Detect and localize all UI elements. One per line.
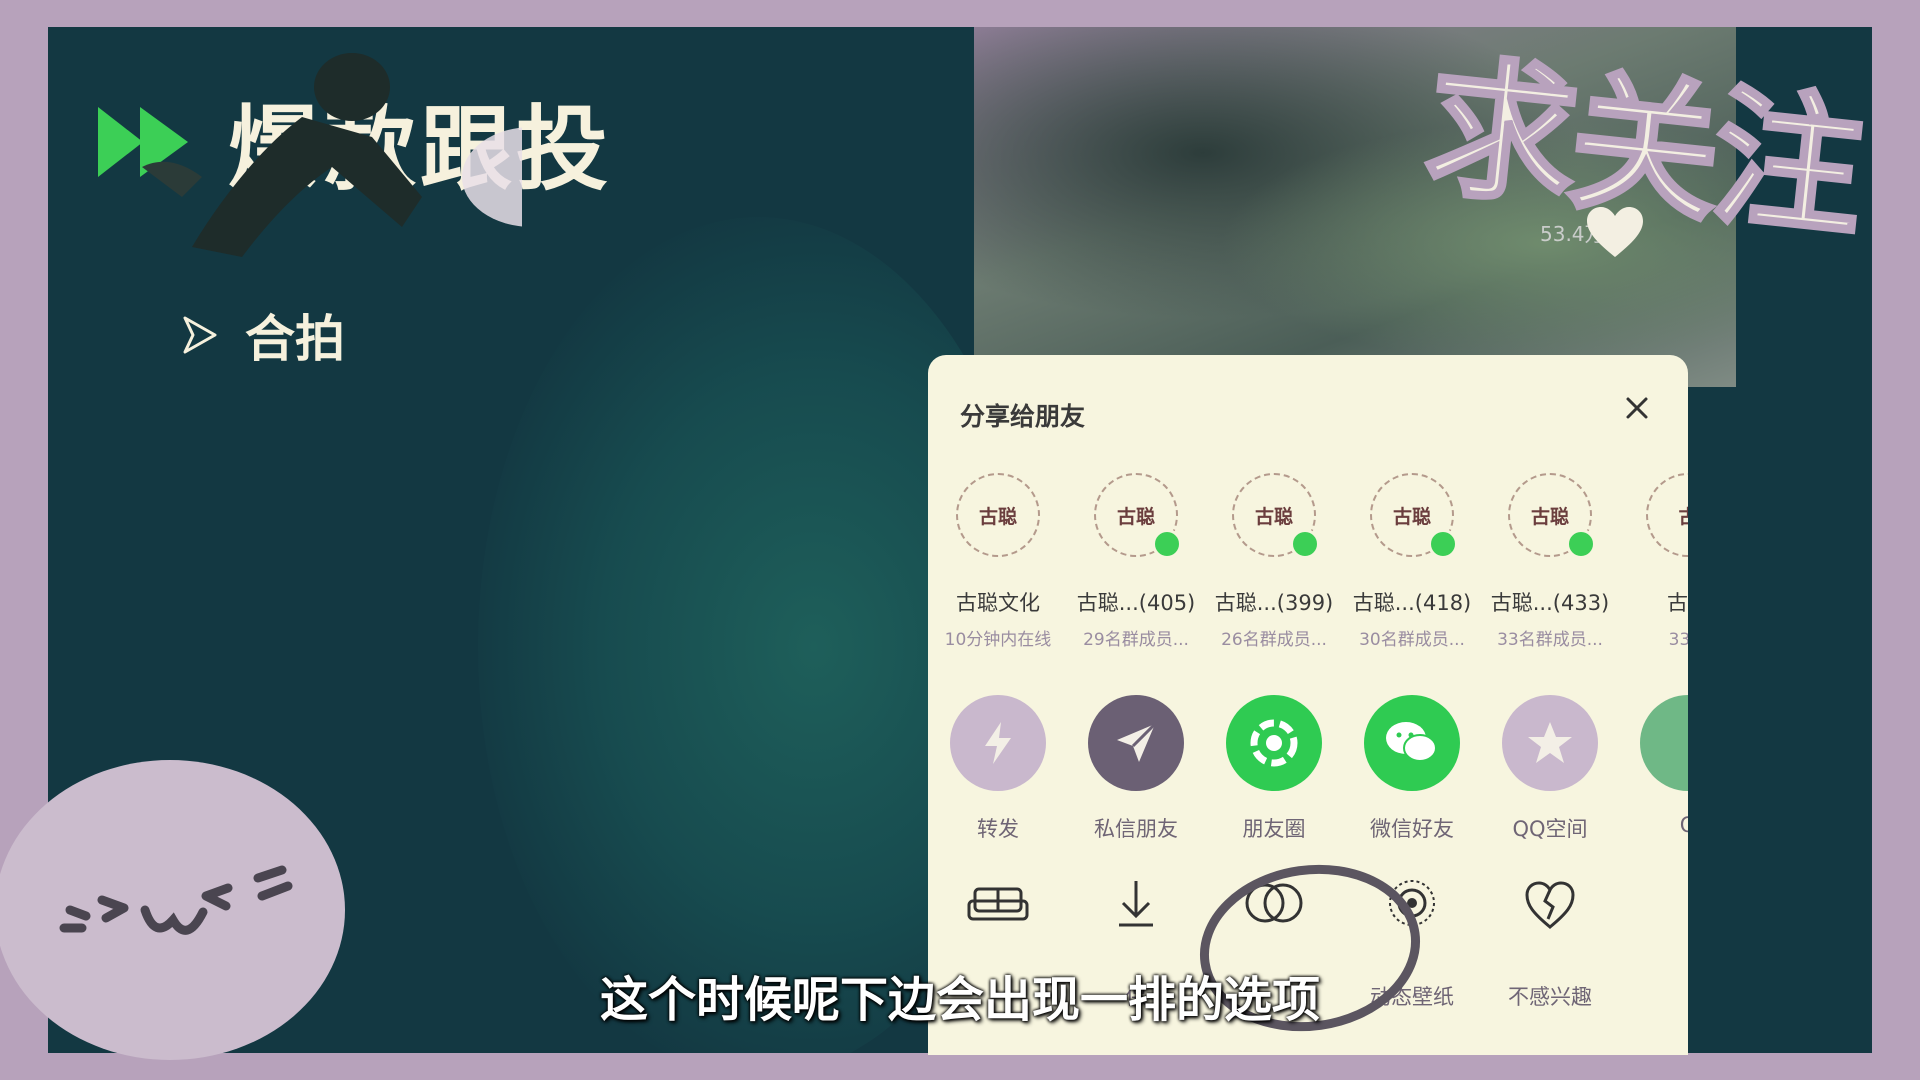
follow-sticker: 求关注 — [1416, 5, 1900, 265]
share-label: 微信好友 — [1370, 817, 1454, 841]
contact-name: 古聪...(405) — [1076, 591, 1196, 615]
online-indicator — [1290, 529, 1320, 559]
dancer-silhouette — [142, 53, 522, 257]
share-label: Q — [1618, 813, 1688, 837]
share-private-message[interactable]: 私信朋友 — [1066, 695, 1206, 843]
share-label: 私信朋友 — [1094, 817, 1178, 841]
download-icon — [1119, 881, 1153, 927]
lightning-icon — [950, 695, 1046, 791]
qq-icon — [1640, 695, 1688, 791]
close-icon[interactable] — [1620, 391, 1654, 425]
contact-item[interactable]: 古 古聪 33名 — [1618, 473, 1688, 650]
contact-avatar: 古聪 — [1232, 473, 1320, 559]
qzone-icon — [1502, 695, 1598, 791]
share-moments[interactable]: 朋友圈 — [1204, 695, 1344, 843]
share-qq[interactable]: Q — [1618, 695, 1688, 837]
online-indicator — [1566, 529, 1596, 559]
contact-name: 古聪...(418) — [1352, 591, 1472, 615]
contact-item[interactable]: 古聪 古聪...(433) 33名群成员... — [1480, 473, 1620, 650]
broken-heart-icon — [1525, 881, 1575, 929]
share-label: 转发 — [977, 817, 1019, 841]
share-forward[interactable]: 转发 — [928, 695, 1068, 843]
cat-face-sticker — [0, 760, 345, 1060]
send-icon — [1088, 695, 1184, 791]
contact-avatar: 古聪 — [956, 473, 1040, 557]
contact-status: 33名 — [1668, 630, 1688, 650]
share-panel-title: 分享给朋友 — [960, 402, 1086, 431]
contact-name: 古聪文化 — [956, 591, 1040, 615]
online-indicator — [1428, 529, 1458, 559]
avatar-seal: 古聪 — [1530, 505, 1569, 528]
contact-status: 30名群成员... — [1359, 630, 1465, 650]
follow-sticker-text: 求关注 — [1416, 38, 1868, 260]
contact-status: 29名群成员... — [1083, 630, 1189, 650]
online-indicator — [1152, 529, 1182, 559]
moments-icon — [1226, 695, 1322, 791]
contact-name: 古聪...(433) — [1490, 591, 1610, 615]
contact-avatar: 古聪 — [1094, 473, 1182, 559]
avatar-seal: 古聪 — [1116, 505, 1155, 528]
avatar-seal: 古 — [1678, 505, 1688, 528]
contact-avatar: 古 — [1646, 473, 1688, 557]
sofa-icon — [967, 887, 1029, 921]
share-label: QQ空间 — [1512, 817, 1588, 841]
contact-item[interactable]: 古聪 古聪...(399) 26名群成员... — [1204, 473, 1344, 650]
contact-status: 26名群成员... — [1221, 630, 1327, 650]
avatar-seal: 古聪 — [978, 505, 1017, 528]
share-label: 朋友圈 — [1242, 817, 1306, 841]
avatar-seal: 古聪 — [1254, 505, 1293, 528]
video-subtitle: 这个时候呢下边会出现一排的选项 — [599, 972, 1320, 1028]
contact-item[interactable]: 古聪 古聪...(405) 29名群成员... — [1066, 473, 1206, 650]
contact-item[interactable]: 古聪 古聪文化 10分钟内在线 — [928, 473, 1068, 650]
wechat-icon — [1364, 695, 1460, 791]
contact-status: 10分钟内在线 — [944, 630, 1052, 650]
contact-avatar: 古聪 — [1508, 473, 1596, 559]
contact-item[interactable]: 古聪 古聪...(418) 30名群成员... — [1342, 473, 1482, 650]
contact-avatar: 古聪 — [1370, 473, 1458, 559]
contact-name: 古聪 — [1667, 591, 1688, 615]
contact-name: 古聪...(399) — [1214, 591, 1334, 615]
share-wechat[interactable]: 微信好友 — [1342, 695, 1482, 843]
share-qzone[interactable]: QQ空间 — [1480, 695, 1620, 843]
avatar-seal: 古聪 — [1392, 505, 1431, 528]
contact-status: 33名群成员... — [1497, 630, 1603, 650]
